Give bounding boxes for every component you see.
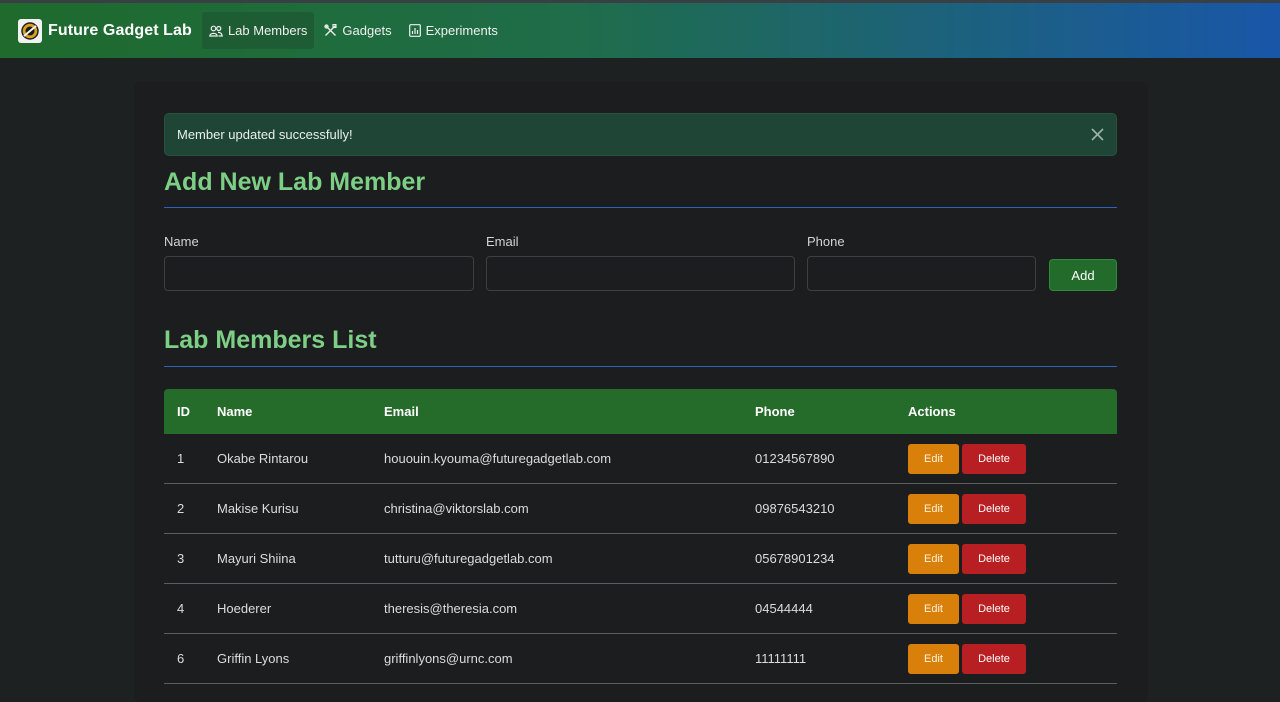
member-email: tutturu@futuregadgetlab.com <box>384 551 553 566</box>
brand[interactable]: Future Gadget Lab <box>18 18 192 43</box>
col-name-header: Name <box>217 404 253 419</box>
email-input[interactable] <box>486 256 795 291</box>
nav-experiments[interactable]: Experiments <box>402 12 505 49</box>
edit-button[interactable]: Edit <box>908 543 959 574</box>
lab-logo-icon <box>18 18 42 43</box>
row-actions: Edit Delete <box>908 493 1026 524</box>
member-name: Mayuri Shiina <box>217 551 296 566</box>
row-actions: Edit Delete <box>908 593 1026 624</box>
edit-button[interactable]: Edit <box>908 443 959 474</box>
col-phone-header: Phone <box>755 404 795 419</box>
member-phone: 09876543210 <box>755 501 835 516</box>
add-member-button[interactable]: Add <box>1049 259 1117 291</box>
delete-button[interactable]: Delete <box>962 443 1026 474</box>
nav-experiments-label: Experiments <box>425 23 498 38</box>
member-id: 2 <box>177 501 185 516</box>
tools-icon <box>324 24 337 36</box>
delete-button[interactable]: Delete <box>962 493 1026 524</box>
members-list-divider <box>164 366 1117 367</box>
member-email: theresis@theresia.com <box>384 601 518 616</box>
edit-button[interactable]: Edit <box>908 643 959 674</box>
top-navbar: Future Gadget Lab Lab Members Gadgets Ex… <box>0 3 1280 58</box>
nav-lab-members-label: Lab Members <box>227 23 308 38</box>
member-id: 6 <box>177 651 185 666</box>
member-phone: 04544444 <box>755 601 813 616</box>
nav-gadgets-label: Gadgets <box>342 23 392 38</box>
nav-lab-members[interactable]: Lab Members <box>201 12 315 49</box>
alert-message: Member updated successfully! <box>177 127 353 142</box>
close-icon[interactable] <box>1091 128 1104 141</box>
main-card: Member updated successfully! Add New Lab… <box>134 82 1148 702</box>
row-actions: Edit Delete <box>908 543 1026 574</box>
table-row: 3 Mayuri Shiina tutturu@futuregadgetlab.… <box>164 534 1117 584</box>
add-member-title: Add New Lab Member <box>164 168 426 196</box>
edit-button[interactable]: Edit <box>908 493 959 524</box>
success-alert: Member updated successfully! <box>164 113 1117 156</box>
member-id: 4 <box>177 601 185 616</box>
table-row: 1 Okabe Rintarou hououin.kyouma@futurega… <box>164 434 1117 484</box>
member-phone: 01234567890 <box>755 451 835 466</box>
member-name: Okabe Rintarou <box>217 451 309 466</box>
col-actions-header: Actions <box>908 404 956 419</box>
table-header: ID Name Email Phone Actions <box>164 389 1117 434</box>
edit-button[interactable]: Edit <box>908 593 959 624</box>
brand-name: Future Gadget Lab <box>48 21 192 39</box>
row-actions: Edit Delete <box>908 443 1026 474</box>
member-phone: 11111111 <box>755 651 807 666</box>
col-id-header: ID <box>177 404 190 419</box>
phone-input[interactable] <box>807 256 1036 291</box>
member-email: christina@viktorslab.com <box>384 501 529 516</box>
members-table: ID Name Email Phone Actions 1 Okabe Rint… <box>164 389 1117 684</box>
people-icon <box>209 25 223 37</box>
member-name: Makise Kurisu <box>217 501 299 516</box>
delete-button[interactable]: Delete <box>962 593 1026 624</box>
col-email-header: Email <box>384 404 419 419</box>
delete-button[interactable]: Delete <box>962 643 1026 674</box>
add-member-divider <box>164 207 1117 208</box>
name-label: Name <box>164 234 199 249</box>
member-id: 1 <box>177 451 185 466</box>
table-row: 4 Hoederer theresis@theresia.com 0454444… <box>164 584 1117 634</box>
phone-label: Phone <box>807 234 845 249</box>
member-email: hououin.kyouma@futuregadgetlab.com <box>384 451 612 466</box>
email-label: Email <box>486 234 519 249</box>
member-id: 3 <box>177 551 185 566</box>
table-row: 2 Makise Kurisu christina@viktorslab.com… <box>164 484 1117 534</box>
delete-button[interactable]: Delete <box>962 543 1026 574</box>
member-email: griffinlyons@urnc.com <box>384 651 513 666</box>
table-row: 6 Griffin Lyons griffinlyons@urnc.com 11… <box>164 634 1117 684</box>
member-name: Hoederer <box>217 601 272 616</box>
chart-icon <box>408 24 421 37</box>
members-list-title: Lab Members List <box>164 326 377 354</box>
name-input[interactable] <box>164 256 474 291</box>
member-name: Griffin Lyons <box>217 651 290 666</box>
nav-gadgets[interactable]: Gadgets <box>317 12 398 49</box>
row-actions: Edit Delete <box>908 643 1026 674</box>
member-phone: 05678901234 <box>755 551 835 566</box>
